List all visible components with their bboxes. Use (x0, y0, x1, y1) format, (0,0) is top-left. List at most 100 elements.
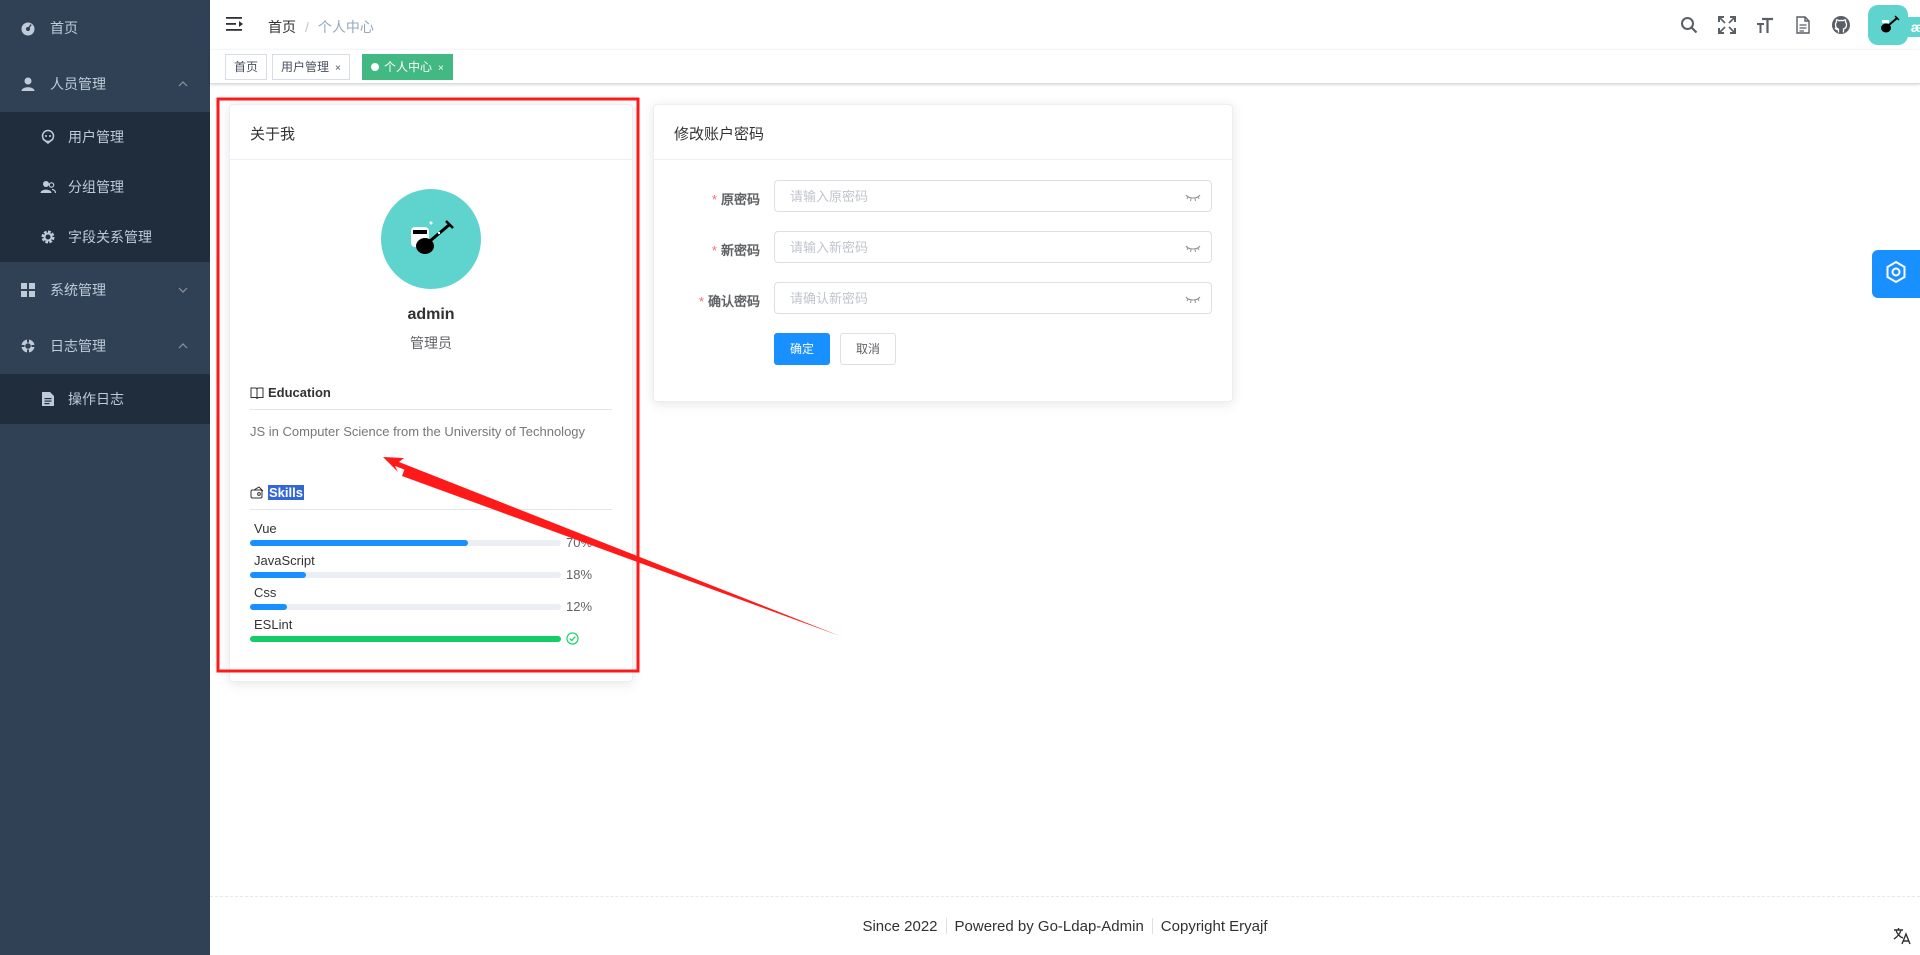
skill-progress-fill (250, 572, 306, 578)
sidebar-item-label: 操作日志 (68, 391, 124, 407)
user-avatar[interactable]: æ (1868, 5, 1920, 45)
sidebar-item-personnel[interactable]: 人员管理 (0, 56, 210, 112)
user-mgmt-icon (40, 129, 56, 145)
close-icon[interactable]: × (438, 63, 444, 74)
old-password-label-text: 原密码 (720, 192, 760, 207)
footer-copyright: Copyright Eryajf (1160, 917, 1268, 935)
sidebar-item-home[interactable]: 首页 (0, 0, 210, 56)
divider (250, 409, 612, 410)
eye-closed-icon[interactable] (1185, 241, 1201, 253)
sidebar-item-system[interactable]: 系统管理 (0, 262, 210, 318)
tag-profile[interactable]: 个人中心 × (362, 54, 453, 80)
required-mark: * (698, 294, 704, 309)
tag-home[interactable]: 首页 (225, 54, 268, 80)
font-size-icon[interactable] (1754, 14, 1776, 36)
settings-button[interactable] (1872, 250, 1920, 298)
footer-separator (1151, 918, 1153, 934)
password-card-title: 修改账户密码 (654, 105, 1232, 160)
footer: Since 2022 Powered by Go-Ldap-Admin Copy… (210, 896, 1920, 955)
old-password-field (774, 180, 1212, 212)
skill-progress-bar (250, 604, 561, 610)
dashboard-icon (20, 20, 36, 36)
settings-gear-icon (1884, 260, 1908, 289)
profile-avatar (381, 189, 481, 289)
sidebar-item-user-mgmt[interactable]: 用户管理 (0, 112, 210, 162)
sidebar-item-label: 日志管理 (50, 338, 106, 354)
logo-badge-icon: æ (1906, 17, 1920, 37)
new-password-field (774, 231, 1212, 263)
sidebar-item-label: 首页 (50, 20, 78, 36)
chevron-up-icon (178, 79, 188, 89)
user-name: admin (407, 306, 455, 323)
old-password-input[interactable] (790, 181, 1170, 211)
palette-icon (250, 485, 264, 500)
new-password-label-text: 新密码 (720, 243, 760, 258)
required-mark: * (711, 192, 717, 207)
submenu-logs: 操作日志 (0, 374, 210, 424)
education-title: Education (250, 385, 331, 400)
breadcrumb-home[interactable]: 首页 (268, 17, 296, 37)
search-icon[interactable] (1678, 14, 1700, 36)
new-password-label: * 新密码 (712, 240, 760, 259)
sidebar-item-group-mgmt[interactable]: 分组管理 (0, 162, 210, 212)
skill-name: ESLint (254, 617, 293, 632)
doc-icon[interactable] (1792, 14, 1814, 36)
eye-closed-icon[interactable] (1185, 292, 1201, 304)
group-icon (40, 179, 56, 195)
sidebar-item-label: 字段关系管理 (68, 229, 152, 245)
navbar: 首页 / 个人中心 æ (210, 0, 1920, 50)
skill-progress-fill (250, 540, 468, 546)
sidebar-item-field-mgmt[interactable]: 字段关系管理 (0, 212, 210, 262)
confirm-password-input[interactable] (790, 283, 1170, 313)
sidebar-item-logs[interactable]: 日志管理 (0, 318, 210, 374)
skill-progress-fill (250, 636, 561, 642)
skill-progress-bar (250, 540, 561, 546)
footer-powered[interactable]: Powered by Go-Ldap-Admin (955, 918, 1144, 935)
eye-closed-icon[interactable] (1185, 190, 1201, 202)
github-icon[interactable] (1830, 14, 1852, 36)
skill-name: Vue (254, 521, 277, 536)
submit-button[interactable]: 确定 (774, 333, 830, 365)
translate-icon[interactable] (1892, 926, 1912, 946)
new-password-input[interactable] (790, 232, 1170, 262)
sidebar-item-label: 用户管理 (68, 129, 124, 145)
close-icon[interactable]: × (335, 63, 341, 74)
tag-label: 个人中心 (384, 60, 433, 74)
tag-user-mgmt[interactable]: 用户管理 × (272, 54, 350, 80)
education-text: JS in Computer Science from the Universi… (250, 424, 586, 439)
about-card-title: 关于我 (230, 105, 632, 160)
tag-label: 首页 (234, 60, 259, 74)
confirm-password-label-text: 确认密码 (707, 294, 760, 309)
form-row-confirm-password: * 确认密码 (654, 282, 1232, 316)
form-row-old-password: * 原密码 (654, 180, 1232, 214)
skill-name: JavaScript (254, 553, 315, 568)
book-icon (250, 386, 264, 400)
sidebar-item-label: 人员管理 (50, 76, 106, 92)
document-icon (40, 391, 56, 407)
old-password-label: * 原密码 (712, 189, 760, 208)
skill-progress-fill (250, 604, 288, 610)
skill-name: Css (254, 585, 277, 600)
grid-icon (20, 282, 36, 298)
sidebar-item-label: 系统管理 (50, 282, 106, 298)
check-circle-icon (566, 632, 579, 648)
education-title-text: Education (268, 385, 331, 400)
sidebar-item-label: 分组管理 (68, 179, 124, 195)
fullscreen-icon[interactable] (1716, 14, 1738, 36)
skill-percent: 12% (566, 599, 593, 614)
sidebar-item-op-log[interactable]: 操作日志 (0, 374, 210, 424)
hamburger-icon[interactable] (226, 15, 244, 33)
password-card: 修改账户密码 * 原密码 * 新密码 * 确认密码 确定 取消 (653, 104, 1233, 402)
confirm-password-field (774, 282, 1212, 314)
about-card: 关于我 admin 管理员 Education JS in Computer S… (229, 104, 633, 682)
chevron-up-icon (178, 341, 188, 351)
skill-progress-bar (250, 572, 561, 578)
cancel-button[interactable]: 取消 (840, 333, 896, 365)
breadcrumb-separator: / (305, 19, 309, 35)
skill-percent: 18% (566, 567, 593, 582)
lifebuoy-icon (20, 338, 36, 354)
skill-progress-bar (250, 636, 561, 642)
main-area: 首页 / 个人中心 æ 首页 用户管理 × 个人中心 × 关于我 admin 管… (210, 0, 1920, 955)
form-row-new-password: * 新密码 (654, 231, 1232, 265)
breadcrumb-current: 个人中心 (317, 19, 374, 35)
